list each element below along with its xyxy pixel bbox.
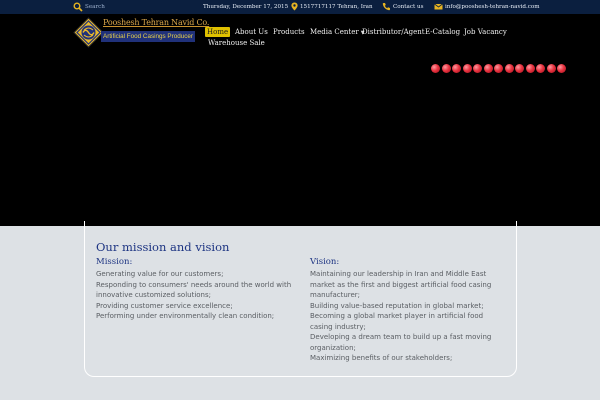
vision-heading: Vision:: [310, 257, 340, 267]
slider-dot[interactable]: [536, 64, 545, 73]
search-input[interactable]: Search: [85, 4, 105, 10]
hero-slider: [0, 54, 600, 226]
nav-products[interactable]: Products: [273, 27, 305, 37]
nav-job-vacancy[interactable]: Job Vacancy: [464, 27, 507, 37]
slider-dot[interactable]: [441, 64, 451, 73]
mission-item: Generating value for our customers;: [96, 270, 224, 278]
nav-distributor-agent[interactable]: Distributor/Agent: [362, 27, 425, 37]
slider-dot[interactable]: [483, 64, 493, 73]
nav-warehouse-sale[interactable]: Warehouse Sale: [208, 38, 265, 48]
slider-dot[interactable]: [525, 64, 535, 73]
site-header: Pooshesh Tehran Navid Co. Artificial Foo…: [0, 14, 600, 54]
mission-item: Providing customer service excellence;: [96, 301, 233, 310]
section-title: Our mission and vision: [96, 240, 230, 254]
mission-list: Generating value for our customers; Resp…: [96, 269, 296, 322]
slider-dot[interactable]: [504, 64, 514, 73]
mission-item: Performing under environmentally clean c…: [96, 312, 275, 320]
nav-home[interactable]: Home: [205, 27, 231, 37]
location-text: 1517717117 Tehran, Iran: [300, 3, 373, 10]
vision-item: Maintaining our leadership in Iran and M…: [310, 270, 492, 299]
vision-list: Maintaining our leadership in Iran and M…: [310, 269, 505, 364]
slider-dot[interactable]: [473, 64, 482, 73]
nav-media-center[interactable]: Media Center ▼: [310, 27, 365, 38]
contact-link[interactable]: Contact us: [393, 4, 423, 10]
slider-dot[interactable]: [546, 64, 556, 73]
phone-icon: [382, 3, 390, 11]
mission-heading: Mission:: [96, 257, 133, 267]
slider-dot[interactable]: [431, 64, 440, 73]
envelope-icon: [434, 3, 443, 10]
mission-vision-section: Our mission and vision Mission: Generati…: [0, 221, 600, 400]
vision-item: Becoming a global market player in artif…: [310, 312, 484, 331]
vision-item: Building value-based reputation in globa…: [310, 301, 484, 310]
slider-dot[interactable]: [452, 64, 461, 73]
current-date: Thursday, December 17, 2015: [203, 3, 289, 10]
top-info-bar: Search Thursday, December 17, 2015 15177…: [0, 0, 600, 14]
slider-dot[interactable]: [557, 64, 566, 73]
mission-item: Responding to consumers' needs around th…: [96, 280, 292, 300]
slider-dot[interactable]: [494, 64, 503, 73]
email-link[interactable]: info@pooshesh-tehran-navid.com: [445, 4, 540, 10]
nav-about-us[interactable]: About Us: [235, 27, 268, 37]
search-icon[interactable]: [73, 2, 83, 12]
nav-e-catalog[interactable]: E-Catalog: [425, 27, 460, 37]
vision-item: Developing a dream team to build up a fa…: [310, 333, 492, 352]
location-pin-icon: [291, 2, 298, 11]
nav-media-center-label: Media Center: [310, 28, 359, 36]
company-name: Pooshesh Tehran Navid Co.: [103, 18, 210, 27]
slider-dot[interactable]: [515, 64, 524, 73]
vision-item: Maximizing benefits of our stakeholders;: [310, 354, 453, 362]
company-tagline: Artificial Food Casings Producer: [101, 31, 195, 42]
slider-dot[interactable]: [462, 64, 472, 73]
